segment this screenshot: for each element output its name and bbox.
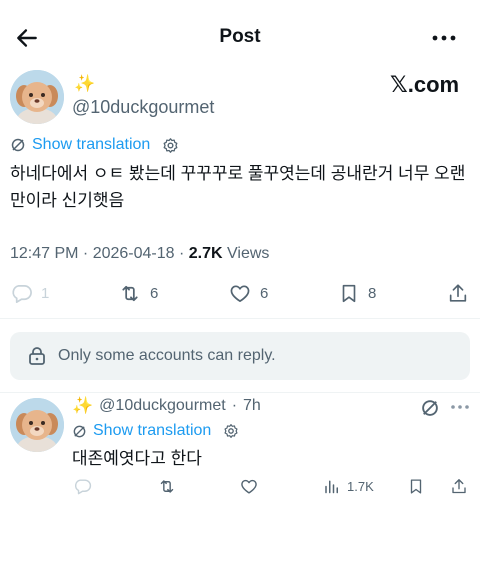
repost-icon [118,282,142,305]
repost-button[interactable] [157,477,177,496]
repost-count: 6 [150,285,159,302]
translate-icon [72,424,87,439]
views-button[interactable]: 1.7K [323,477,374,496]
translate-icon [10,137,26,153]
more-horizontal-icon[interactable] [450,402,470,412]
reply-button[interactable] [73,477,92,496]
views-count: 2.7K [188,245,223,262]
page-title: Post [219,26,261,47]
bookmark-count: 8 [368,285,377,302]
like-button[interactable] [239,477,259,496]
like-icon [228,282,252,305]
lock-icon [28,346,46,366]
author-handle[interactable]: @10duckgourmet [72,97,214,118]
bookmark-button[interactable] [407,477,425,496]
show-translation-link[interactable]: Show translation [72,422,239,440]
like-count: 6 [260,285,269,302]
watermark: 𝕏.com [390,72,460,97]
reply-restriction-notice: Only some accounts can reply. [10,332,470,380]
views-label: Views [227,245,270,262]
reply-button[interactable]: 1 [10,282,49,305]
show-translation-label: Show translation [32,136,151,153]
show-translation-link[interactable]: Show translation [10,136,179,154]
reply-icon [73,477,92,496]
reply-count: 1 [41,285,50,302]
separator: · [231,397,238,414]
gear-icon[interactable] [223,423,239,439]
views-icon [323,477,341,496]
reply-icon [10,282,33,305]
share-button[interactable] [447,282,469,305]
post-date[interactable]: 2026-04-18 [93,245,175,262]
share-icon [450,477,468,496]
bookmark-icon [407,477,425,496]
share-icon [447,282,469,305]
like-icon [239,477,259,496]
reply-display-name[interactable]: ✨ [72,396,93,416]
reply-text: 대존예엿다고 한다 [72,449,202,468]
avatar[interactable] [10,398,64,452]
post-text: 하네다에서 ㅇㅌ 봤는데 꾸꾸꾸로 풀꾸엿는데 공내란거 너무 오랜만이라 신기… [10,164,466,210]
reply-restriction-text: Only some accounts can reply. [58,347,276,364]
grok-icon[interactable] [420,398,440,418]
reply-header: ✨ @10duckgourmet · 7h [72,396,261,416]
reply-views-count: 1.7K [347,479,374,494]
repost-button[interactable]: 6 [118,282,158,305]
like-button[interactable]: 6 [228,282,268,305]
post-meta: 12:47 PM · 2026-04-18 · 2.7K Views [10,245,270,262]
divider [0,392,480,393]
avatar[interactable] [10,70,64,124]
bookmark-button[interactable]: 8 [338,282,376,305]
show-translation-label: Show translation [93,422,212,439]
more-horizontal-icon[interactable] [430,26,458,50]
reply-age[interactable]: 7h [243,397,261,415]
display-name[interactable]: ✨ [74,74,95,94]
gear-icon[interactable] [162,137,179,154]
post-time[interactable]: 12:47 PM [10,245,78,262]
divider [0,318,480,319]
share-button[interactable] [450,477,468,496]
reply-handle[interactable]: @10duckgourmet [99,397,226,415]
repost-icon [157,477,177,496]
bookmark-icon [338,282,360,305]
